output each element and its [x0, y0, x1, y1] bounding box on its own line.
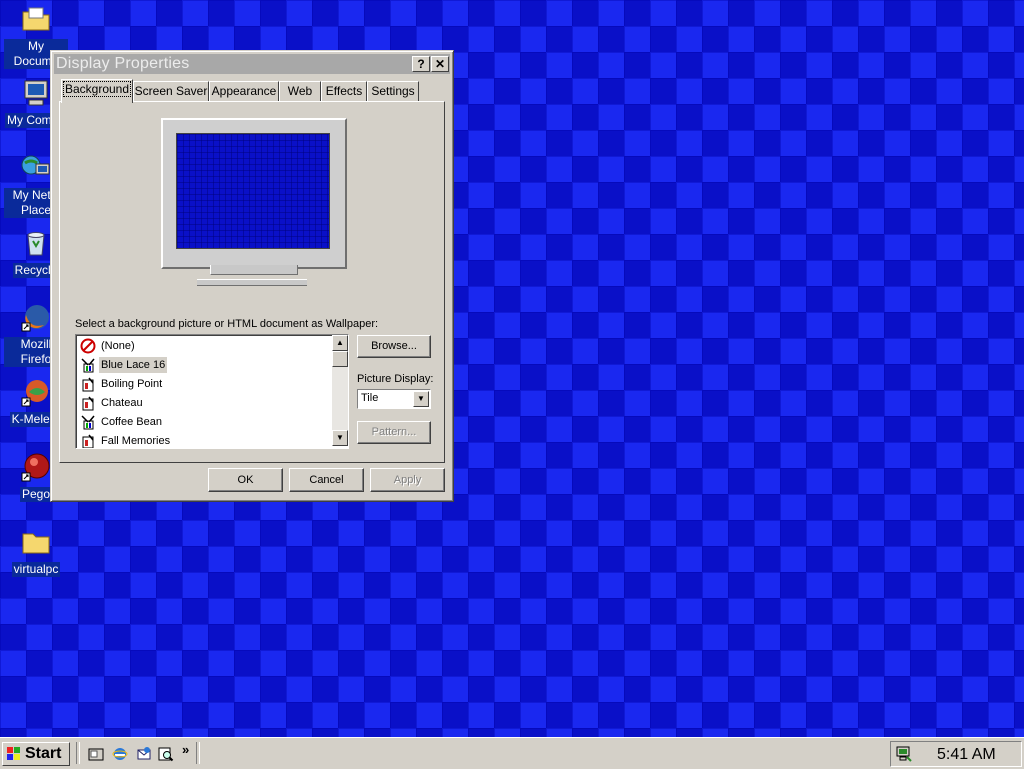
tab-background[interactable]: Background: [61, 79, 133, 103]
ok-button[interactable]: OK: [208, 468, 283, 492]
tab-label: Web: [287, 84, 313, 98]
tab-effects[interactable]: Effects: [321, 81, 367, 101]
display-settings-icon[interactable]: [895, 745, 913, 763]
list-item[interactable]: Boiling Point: [79, 375, 329, 393]
html-doc-icon: [82, 434, 94, 448]
quick-launch-overflow[interactable]: »: [182, 742, 189, 757]
cancel-button[interactable]: Cancel: [289, 468, 364, 492]
firefox-icon: [21, 305, 49, 332]
paint-icon: [81, 358, 95, 373]
scroll-thumb[interactable]: [332, 351, 348, 367]
picture-display-value: Tile: [361, 392, 379, 404]
tab-screen-saver[interactable]: Screen Saver: [133, 81, 209, 101]
tab-label: Background: [62, 81, 132, 97]
wallpaper-prompt: Select a background picture or HTML docu…: [75, 318, 379, 330]
desktop-icon-label: virtualpc: [11, 562, 61, 577]
picture-display-label: Picture Display:: [357, 373, 434, 385]
list-item-label: (None): [101, 340, 135, 352]
paint-icon: [81, 415, 95, 430]
arrow-down-icon: ▼: [336, 433, 344, 442]
tab-appearance[interactable]: Appearance: [209, 81, 279, 101]
network-places-icon: [21, 155, 50, 175]
list-item[interactable]: Coffee Bean: [79, 413, 329, 431]
pattern-button[interactable]: Pattern...: [357, 421, 431, 444]
tab-label: Appearance: [211, 84, 277, 98]
list-item-label: Boiling Point: [101, 378, 163, 390]
pego-icon: [21, 453, 50, 482]
browse-button[interactable]: Browse...: [357, 335, 431, 358]
search-icon[interactable]: [158, 746, 174, 762]
list-item-label: Coffee Bean: [101, 416, 162, 428]
list-item[interactable]: (None): [79, 337, 329, 355]
arrow-up-icon: ▲: [336, 338, 344, 347]
list-item[interactable]: Fall Memories: [79, 432, 329, 448]
help-button[interactable]: ?: [412, 56, 430, 72]
computer-icon: [24, 80, 48, 106]
html-doc-icon: [82, 377, 94, 392]
vertical-scrollbar[interactable]: ▲ ▼: [332, 335, 348, 446]
scroll-down-button[interactable]: ▼: [332, 430, 348, 446]
tab-label: Effects: [325, 84, 363, 98]
folder-documents-icon: [22, 7, 50, 31]
dropdown-arrow-icon[interactable]: ▼: [413, 391, 429, 407]
none-icon: [80, 338, 96, 354]
monitor-preview: [161, 118, 347, 269]
folder-icon: [22, 533, 50, 554]
monitor-stand: [210, 265, 298, 275]
close-icon: ✕: [434, 57, 446, 71]
taskbar-separator: [196, 742, 200, 764]
scroll-up-button[interactable]: ▲: [332, 335, 348, 351]
clock[interactable]: 5:41 AM: [937, 746, 996, 764]
help-icon: ?: [417, 57, 425, 71]
display-properties-window: Display Properties ? ✕ Background Screen…: [50, 50, 454, 502]
picture-display-select[interactable]: Tile ▼: [357, 389, 431, 409]
list-item-label: Fall Memories: [101, 435, 171, 447]
start-label: Start: [25, 745, 62, 762]
wallpaper-preview-screen: [176, 133, 330, 249]
start-button[interactable]: Start: [2, 742, 70, 766]
tab-label: Settings: [371, 84, 415, 98]
k-meleon-icon: [21, 380, 48, 407]
taskbar: Start » 5:41 AM: [0, 737, 1024, 769]
list-item-label: Chateau: [101, 397, 143, 409]
title-bar[interactable]: Display Properties ? ✕: [54, 54, 450, 74]
windows-logo-icon: [7, 747, 20, 760]
desktop-icon-virtualpc[interactable]: virtualpc: [0, 526, 72, 580]
wallpaper-list[interactable]: (None) Blue Lace 16 Boiling Point Chatea…: [75, 334, 349, 449]
tab-settings[interactable]: Settings: [367, 81, 419, 101]
tab-label: Screen Saver: [134, 84, 208, 98]
tab-web[interactable]: Web: [279, 81, 321, 101]
apply-button[interactable]: Apply: [370, 468, 445, 492]
list-item[interactable]: Chateau: [79, 394, 329, 412]
system-tray: 5:41 AM: [890, 741, 1022, 767]
recycle-bin-icon: [27, 232, 45, 256]
monitor-base: [197, 279, 307, 286]
close-button[interactable]: ✕: [431, 56, 449, 72]
window-title: Display Properties: [56, 55, 190, 72]
ie-icon[interactable]: [112, 746, 128, 762]
outlook-icon[interactable]: [136, 746, 152, 762]
desktop-icon-label: Pego: [19, 487, 53, 502]
list-item[interactable]: Blue Lace 16: [79, 356, 329, 374]
taskbar-separator: [76, 742, 80, 764]
list-item-label: Blue Lace 16: [99, 357, 168, 373]
show-desktop-icon[interactable]: [88, 746, 104, 762]
html-doc-icon: [82, 396, 94, 411]
